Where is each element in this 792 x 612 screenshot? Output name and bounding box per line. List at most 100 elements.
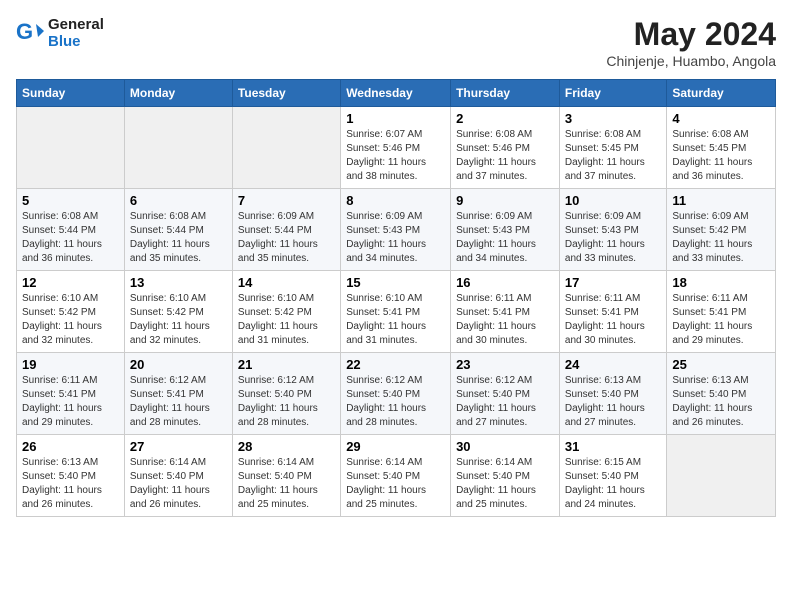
day-info: Sunrise: 6:14 AM Sunset: 5:40 PM Dayligh… bbox=[238, 456, 335, 512]
day-number: 21 bbox=[238, 357, 335, 372]
day-number: 29 bbox=[346, 439, 445, 454]
day-number: 5 bbox=[22, 193, 119, 208]
day-cell: 30Sunrise: 6:14 AM Sunset: 5:40 PM Dayli… bbox=[451, 435, 560, 517]
day-number: 31 bbox=[565, 439, 661, 454]
day-number: 24 bbox=[565, 357, 661, 372]
location: Chinjenje, Huambo, Angola bbox=[606, 53, 776, 69]
day-info: Sunrise: 6:14 AM Sunset: 5:40 PM Dayligh… bbox=[130, 456, 227, 512]
day-number: 3 bbox=[565, 111, 661, 126]
day-number: 18 bbox=[672, 275, 770, 290]
day-cell: 26 Sunrise: 6:13 AM Sunset: 5:40 PM Dayli… bbox=[17, 435, 125, 517]
day-cell: 15 Sunrise: 6:10 AM Sunset: 5:41 PM Dayli… bbox=[341, 271, 451, 353]
day-info: Sunrise: 6:10 AM Sunset: 5:42 PM Dayligh… bbox=[238, 292, 335, 348]
day-info: Sunrise: 6:09 AM Sunset: 5:44 PM Dayligh… bbox=[238, 210, 335, 266]
day-cell bbox=[124, 107, 232, 189]
day-cell: 1Sunrise: 6:07 AM Sunset: 5:46 PM Daylig… bbox=[341, 107, 451, 189]
day-info: Sunrise: 6:08 AM Sunset: 5:46 PM Dayligh… bbox=[456, 128, 554, 184]
col-header-monday: Monday bbox=[124, 80, 232, 107]
day-cell: 3 Sunrise: 6:08 AM Sunset: 5:45 PM Daylig… bbox=[559, 107, 666, 189]
day-cell bbox=[17, 107, 125, 189]
week-row-2: 5 Sunrise: 6:08 AM Sunset: 5:44 PM Daylig… bbox=[17, 189, 776, 271]
day-number: 8 bbox=[346, 193, 445, 208]
day-cell: 28 Sunrise: 6:14 AM Sunset: 5:40 PM Dayli… bbox=[232, 435, 340, 517]
week-row-4: 19Sunrise: 6:11 AM Sunset: 5:41 PM Dayli… bbox=[17, 353, 776, 435]
day-cell: 31 Sunrise: 6:15 AM Sunset: 5:40 PM Dayli… bbox=[559, 435, 666, 517]
day-info: Sunrise: 6:08 AM Sunset: 5:45 PM Dayligh… bbox=[565, 128, 661, 184]
day-cell: 4 Sunrise: 6:08 AM Sunset: 5:45 PM Daylig… bbox=[667, 107, 776, 189]
day-info: Sunrise: 6:08 AM Sunset: 5:44 PM Dayligh… bbox=[130, 210, 227, 266]
day-info: Sunrise: 6:12 AM Sunset: 5:40 PM Dayligh… bbox=[456, 374, 554, 430]
day-info: Sunrise: 6:09 AM Sunset: 5:43 PM Dayligh… bbox=[346, 210, 445, 266]
svg-text:G: G bbox=[16, 19, 33, 44]
day-number: 22 bbox=[346, 357, 445, 372]
day-cell: 24 Sunrise: 6:13 AM Sunset: 5:40 PM Dayli… bbox=[559, 353, 666, 435]
day-number: 10 bbox=[565, 193, 661, 208]
day-info: Sunrise: 6:08 AM Sunset: 5:44 PM Dayligh… bbox=[22, 210, 119, 266]
day-number: 28 bbox=[238, 439, 335, 454]
day-cell: 10 Sunrise: 6:09 AM Sunset: 5:43 PM Dayli… bbox=[559, 189, 666, 271]
day-number: 11 bbox=[672, 193, 770, 208]
day-number: 6 bbox=[130, 193, 227, 208]
day-cell: 9 Sunrise: 6:09 AM Sunset: 5:43 PM Daylig… bbox=[451, 189, 560, 271]
day-number: 15 bbox=[346, 275, 445, 290]
month-title: May 2024 bbox=[606, 16, 776, 53]
day-cell: 7 Sunrise: 6:09 AM Sunset: 5:44 PM Daylig… bbox=[232, 189, 340, 271]
day-info: Sunrise: 6:12 AM Sunset: 5:40 PM Dayligh… bbox=[238, 374, 335, 430]
day-info: Sunrise: 6:11 AM Sunset: 5:41 PM Dayligh… bbox=[456, 292, 554, 348]
day-number: 25 bbox=[672, 357, 770, 372]
day-info: Sunrise: 6:10 AM Sunset: 5:42 PM Dayligh… bbox=[22, 292, 119, 348]
day-cell: 11Sunrise: 6:09 AM Sunset: 5:42 PM Dayli… bbox=[667, 189, 776, 271]
day-cell: 21 Sunrise: 6:12 AM Sunset: 5:40 PM Dayli… bbox=[232, 353, 340, 435]
day-number: 9 bbox=[456, 193, 554, 208]
day-cell: 22 Sunrise: 6:12 AM Sunset: 5:40 PM Dayli… bbox=[341, 353, 451, 435]
day-number: 7 bbox=[238, 193, 335, 208]
title-block: May 2024 Chinjenje, Huambo, Angola bbox=[606, 16, 776, 69]
col-header-thursday: Thursday bbox=[451, 80, 560, 107]
day-cell: 27 Sunrise: 6:14 AM Sunset: 5:40 PM Dayli… bbox=[124, 435, 232, 517]
day-cell: 19Sunrise: 6:11 AM Sunset: 5:41 PM Dayli… bbox=[17, 353, 125, 435]
col-header-tuesday: Tuesday bbox=[232, 80, 340, 107]
day-number: 30 bbox=[456, 439, 554, 454]
day-number: 27 bbox=[130, 439, 227, 454]
day-number: 12 bbox=[22, 275, 119, 290]
day-info: Sunrise: 6:15 AM Sunset: 5:40 PM Dayligh… bbox=[565, 456, 661, 512]
day-info: Sunrise: 6:10 AM Sunset: 5:41 PM Dayligh… bbox=[346, 292, 445, 348]
day-cell: 6 Sunrise: 6:08 AM Sunset: 5:44 PM Daylig… bbox=[124, 189, 232, 271]
day-info: Sunrise: 6:11 AM Sunset: 5:41 PM Dayligh… bbox=[672, 292, 770, 348]
day-number: 4 bbox=[672, 111, 770, 126]
day-cell: 29Sunrise: 6:14 AM Sunset: 5:40 PM Dayli… bbox=[341, 435, 451, 517]
day-number: 16 bbox=[456, 275, 554, 290]
week-row-5: 26 Sunrise: 6:13 AM Sunset: 5:40 PM Dayli… bbox=[17, 435, 776, 517]
page-header: G General Blue May 2024 Chinjenje, Huamb… bbox=[16, 16, 776, 69]
day-cell: 2Sunrise: 6:08 AM Sunset: 5:46 PM Daylig… bbox=[451, 107, 560, 189]
week-row-3: 12 Sunrise: 6:10 AM Sunset: 5:42 PM Dayli… bbox=[17, 271, 776, 353]
col-header-friday: Friday bbox=[559, 80, 666, 107]
day-cell bbox=[667, 435, 776, 517]
day-cell: 14Sunrise: 6:10 AM Sunset: 5:42 PM Dayli… bbox=[232, 271, 340, 353]
week-row-1: 1Sunrise: 6:07 AM Sunset: 5:46 PM Daylig… bbox=[17, 107, 776, 189]
day-info: Sunrise: 6:13 AM Sunset: 5:40 PM Dayligh… bbox=[22, 456, 119, 512]
day-number: 20 bbox=[130, 357, 227, 372]
column-headers: SundayMondayTuesdayWednesdayThursdayFrid… bbox=[17, 80, 776, 107]
day-cell: 20Sunrise: 6:12 AM Sunset: 5:41 PM Dayli… bbox=[124, 353, 232, 435]
day-cell: 16 Sunrise: 6:11 AM Sunset: 5:41 PM Dayli… bbox=[451, 271, 560, 353]
day-number: 17 bbox=[565, 275, 661, 290]
day-info: Sunrise: 6:08 AM Sunset: 5:45 PM Dayligh… bbox=[672, 128, 770, 184]
col-header-saturday: Saturday bbox=[667, 80, 776, 107]
day-number: 1 bbox=[346, 111, 445, 126]
day-info: Sunrise: 6:11 AM Sunset: 5:41 PM Dayligh… bbox=[565, 292, 661, 348]
day-cell: 18 Sunrise: 6:11 AM Sunset: 5:41 PM Dayli… bbox=[667, 271, 776, 353]
day-number: 13 bbox=[130, 275, 227, 290]
logo-icon: G bbox=[16, 19, 44, 47]
day-cell: 17 Sunrise: 6:11 AM Sunset: 5:41 PM Dayli… bbox=[559, 271, 666, 353]
day-info: Sunrise: 6:09 AM Sunset: 5:43 PM Dayligh… bbox=[456, 210, 554, 266]
day-info: Sunrise: 6:10 AM Sunset: 5:42 PM Dayligh… bbox=[130, 292, 227, 348]
day-info: Sunrise: 6:13 AM Sunset: 5:40 PM Dayligh… bbox=[565, 374, 661, 430]
day-number: 26 bbox=[22, 439, 119, 454]
day-cell: 12 Sunrise: 6:10 AM Sunset: 5:42 PM Dayli… bbox=[17, 271, 125, 353]
day-info: Sunrise: 6:12 AM Sunset: 5:40 PM Dayligh… bbox=[346, 374, 445, 430]
col-header-wednesday: Wednesday bbox=[341, 80, 451, 107]
day-info: Sunrise: 6:13 AM Sunset: 5:40 PM Dayligh… bbox=[672, 374, 770, 430]
logo: G General Blue bbox=[16, 16, 104, 50]
day-info: Sunrise: 6:09 AM Sunset: 5:43 PM Dayligh… bbox=[565, 210, 661, 266]
